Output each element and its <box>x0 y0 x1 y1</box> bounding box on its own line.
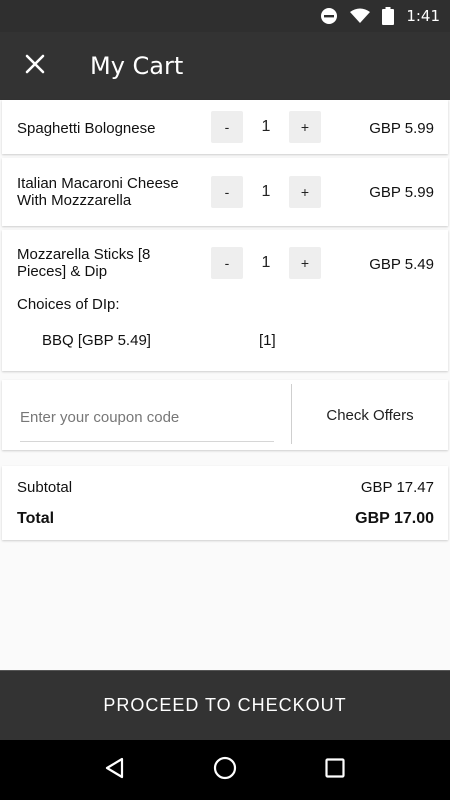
do-not-disturb-icon <box>320 7 338 25</box>
cart-item: Mozzarella Sticks [8 Pieces] & Dip - 1 +… <box>2 230 448 371</box>
total-value: GBP 17.00 <box>355 510 434 527</box>
increase-quantity-button[interactable]: + <box>289 247 321 279</box>
back-triangle-icon <box>104 757 126 784</box>
subtotal-row: Subtotal GBP 17.47 <box>17 479 434 496</box>
status-bar: 1:41 <box>0 0 450 32</box>
recents-square-icon <box>325 757 345 783</box>
wifi-icon <box>350 8 371 24</box>
check-offers-button[interactable]: Check Offers <box>292 380 448 450</box>
item-name: Mozzarella Sticks [8 Pieces] & Dip <box>17 246 151 280</box>
back-button[interactable] <box>85 740 145 800</box>
quantity-stepper: - 1 + <box>211 111 321 143</box>
page-title: My Cart <box>90 52 184 80</box>
subtotal-value: GBP 17.47 <box>360 479 434 496</box>
status-time: 1:41 <box>406 7 440 25</box>
proceed-to-checkout-button[interactable]: PROCEED TO CHECKOUT <box>0 670 450 740</box>
item-name: Italian Macaroni Cheese With Mozzzarella <box>17 175 179 209</box>
system-nav-bar <box>0 740 450 800</box>
home-circle-icon <box>213 756 237 785</box>
close-button[interactable] <box>0 32 70 100</box>
quantity-value: 1 <box>261 183 271 200</box>
choice-name: BBQ [GBP 5.49] <box>42 332 151 349</box>
item-price: GBP 5.49 <box>369 256 434 273</box>
item-price: GBP 5.99 <box>369 184 434 201</box>
app-bar: My Cart <box>0 32 450 100</box>
subtotal-label: Subtotal <box>17 479 73 496</box>
decrease-quantity-button[interactable]: - <box>211 247 243 279</box>
order-summary: Subtotal GBP 17.47 Total GBP 17.00 <box>2 466 448 540</box>
recents-button[interactable] <box>305 740 365 800</box>
total-label: Total <box>17 510 55 527</box>
quantity-stepper: - 1 + <box>211 247 321 279</box>
cart-item: Spaghetti Bolognese - 1 + GBP 5.99 <box>2 100 448 154</box>
quantity-stepper: - 1 + <box>211 176 321 208</box>
increase-quantity-button[interactable]: + <box>289 176 321 208</box>
decrease-quantity-button[interactable]: - <box>211 176 243 208</box>
item-name: Spaghetti Bolognese <box>17 120 156 137</box>
decrease-quantity-button[interactable]: - <box>211 111 243 143</box>
choices-label: Choices of DIp: <box>17 296 120 313</box>
choice-quantity: [1] <box>259 332 276 349</box>
coupon-input[interactable] <box>20 394 274 442</box>
quantity-value: 1 <box>261 118 271 135</box>
quantity-value: 1 <box>261 254 271 271</box>
cart-item: Italian Macaroni Cheese With Mozzzarella… <box>2 158 448 226</box>
increase-quantity-button[interactable]: + <box>289 111 321 143</box>
total-row: Total GBP 17.00 <box>17 510 434 528</box>
battery-icon <box>382 7 395 25</box>
cart-content: Spaghetti Bolognese - 1 + GBP 5.99 Itali… <box>0 100 450 670</box>
home-button[interactable] <box>195 740 255 800</box>
coupon-card: Check Offers <box>2 380 448 450</box>
item-price: GBP 5.99 <box>369 120 434 137</box>
close-icon <box>25 54 45 79</box>
